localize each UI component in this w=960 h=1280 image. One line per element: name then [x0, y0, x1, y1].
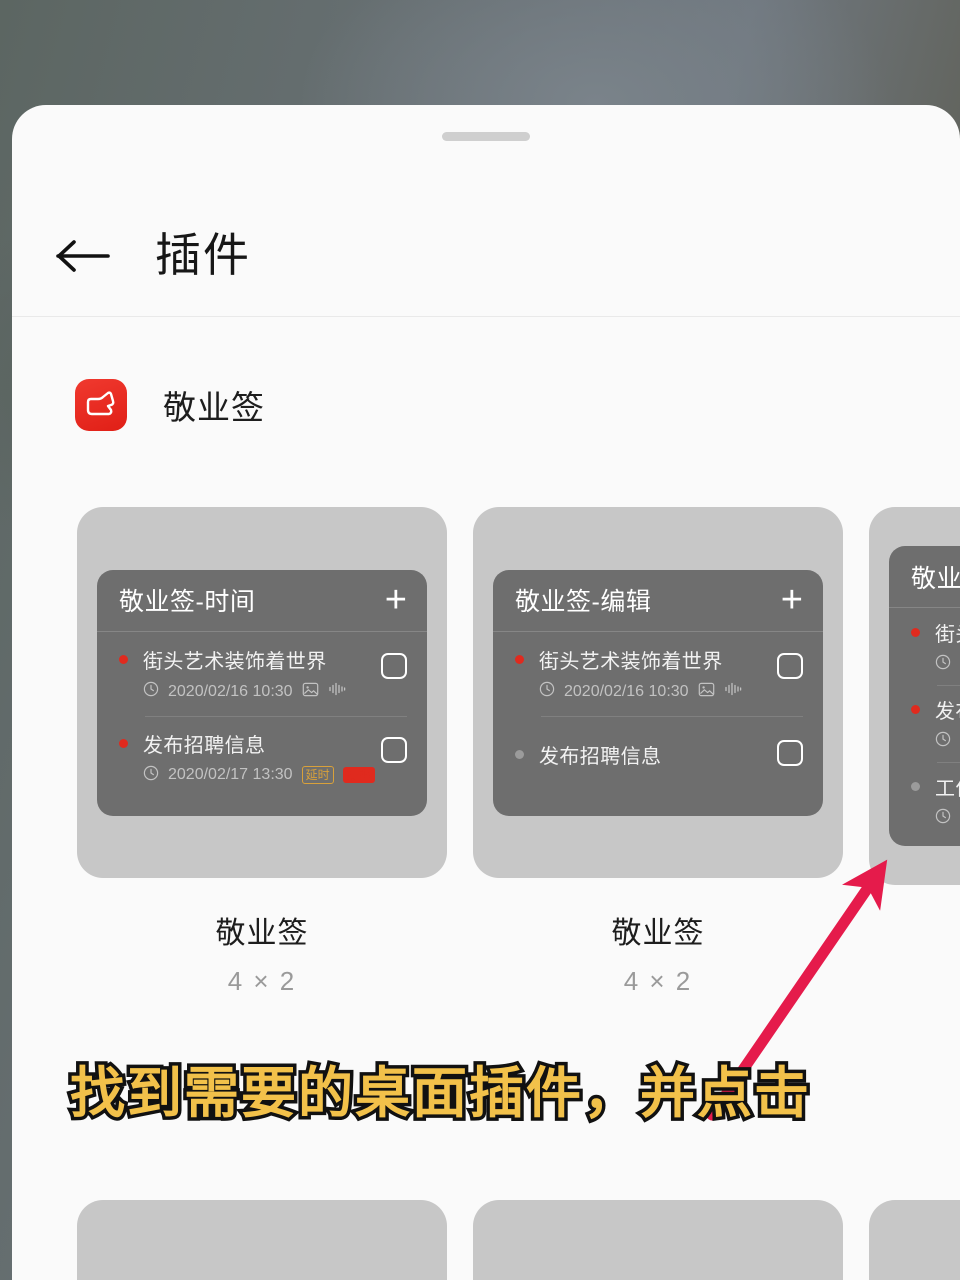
- task-checkbox[interactable]: [777, 652, 803, 679]
- widget-size: 4 × 2: [623, 966, 693, 996]
- task-title: 街头艺术装饰着世界: [143, 650, 327, 673]
- widget-preview[interactable]: 敬业签 + 街头艺: [889, 546, 960, 846]
- task-time: 2020/02/16 10:30: [168, 682, 293, 700]
- task-meta: 2020/02/17 13:30 延时 提醒: [143, 765, 375, 786]
- priority-bullet-icon: [119, 738, 128, 748]
- arrow-left-icon: [56, 238, 110, 274]
- clock-icon: [935, 654, 951, 675]
- widget-preview[interactable]: 敬业签-时间 + 街头艺术装饰着世界 2020/02/16 10:30 发布招聘…: [97, 569, 427, 816]
- plus-icon[interactable]: +: [385, 581, 407, 619]
- task-meta: 2020/02/16 10:30: [143, 681, 373, 703]
- title-bar: 插件: [12, 105, 960, 317]
- priority-bullet-icon: [911, 782, 920, 791]
- phone-screen: 插件 敬业签 敬业签-时间 + 街头艺术装饰着世界 2020/02/16 10:…: [0, 0, 960, 1280]
- task-title: 街头艺术装饰着世界: [539, 650, 723, 673]
- widget-size: 4 × 2: [227, 966, 297, 996]
- task-row: 发布招聘信息 2020/02/17 13:30 延时 提醒: [109, 715, 415, 799]
- task-checkbox[interactable]: [381, 736, 407, 763]
- widget-preview-frame[interactable]: 敬业签-编辑 + 街头艺术装饰着世界 2020/02/16 10:30 发布招聘…: [473, 507, 843, 878]
- priority-bullet-icon: [515, 749, 524, 759]
- widget-carousel[interactable]: 敬业签-时间 + 街头艺术装饰着世界 2020/02/16 10:30 发布招聘…: [12, 507, 960, 997]
- task-title: 发布招聘信息: [143, 734, 266, 757]
- audio-waveform-icon: [724, 681, 742, 702]
- priority-bullet-icon: [119, 654, 128, 664]
- delay-badge: 延时: [301, 766, 334, 784]
- clock-icon: [143, 765, 159, 786]
- task-title: 发布招: [935, 701, 960, 723]
- widget-header: 敬业签-编辑 +: [493, 570, 823, 632]
- widget-placeholder-card[interactable]: [869, 1200, 960, 1280]
- app-group-header: 敬业签: [12, 370, 265, 440]
- priority-bullet-icon: [911, 705, 920, 714]
- task-checkbox[interactable]: [381, 652, 407, 679]
- widget-placeholder-card[interactable]: [473, 1200, 843, 1280]
- widget-option[interactable]: 敬业签 + 街头艺: [869, 507, 960, 997]
- task-row: 发布招 20: [901, 685, 960, 762]
- task-title: 发布招聘信息: [539, 745, 662, 768]
- image-icon: [302, 681, 319, 703]
- widget-preview[interactable]: 敬业签-编辑 + 街头艺术装饰着世界 2020/02/16 10:30 发布招聘…: [493, 569, 823, 816]
- jingyeqian-app-icon: [75, 379, 127, 431]
- priority-bullet-icon: [515, 654, 524, 664]
- widget-name: 敬业签: [215, 917, 309, 950]
- widget-header-title: 敬业签: [911, 564, 960, 593]
- clock-icon: [935, 808, 951, 829]
- task-list: 街头艺术装饰着世界 2020/02/16 10: [97, 632, 427, 799]
- widget-header-title: 敬业签-时间: [119, 588, 256, 616]
- task-meta: 20: [935, 731, 960, 752]
- widget-option[interactable]: 敬业签-编辑 + 街头艺术装饰着世界 2020/02/16 10:30 发布招聘…: [473, 507, 843, 997]
- task-time: 2020/02/16 10:30: [564, 682, 689, 700]
- task-row: 工作文 20: [901, 762, 960, 839]
- task-title: 工作文: [935, 778, 960, 800]
- widget-option[interactable]: 敬业签-时间 + 街头艺术装饰着世界 2020/02/16 10:30 发布招聘…: [77, 507, 447, 997]
- widget-placeholder-card[interactable]: [77, 1200, 447, 1280]
- task-row: 街头艺术装饰着世界 2020/02/16 10:30: [109, 632, 415, 716]
- task-time: 2020/02/17 13:30: [168, 766, 293, 783]
- clock-icon: [143, 681, 159, 702]
- task-row: 街头艺 20: [901, 608, 960, 685]
- page-title: 插件: [155, 229, 251, 281]
- widget-carousel-next-row[interactable]: [77, 1200, 960, 1280]
- app-name: 敬业签: [163, 389, 265, 426]
- back-button[interactable]: [52, 227, 114, 285]
- task-list: 街头艺 20: [889, 608, 960, 839]
- clock-icon: [539, 681, 555, 702]
- task-meta: 20: [935, 654, 960, 675]
- clock-icon: [935, 731, 951, 752]
- widget-preview-frame[interactable]: 敬业签-时间 + 街头艺术装饰着世界 2020/02/16 10:30 发布招聘…: [77, 507, 447, 878]
- audio-waveform-icon: [328, 681, 346, 702]
- reminder-badge: 提醒: [342, 767, 375, 783]
- widget-header: 敬业签 +: [889, 546, 960, 608]
- task-row: 发布招聘信息: [505, 715, 811, 782]
- priority-bullet-icon: [911, 628, 920, 637]
- task-row: 街头艺术装饰着世界 2020/02/16 10:30: [505, 632, 811, 716]
- widget-header: 敬业签-时间 +: [97, 570, 427, 632]
- annotation-caption: 找到需要的桌面插件，并点击: [66, 1058, 812, 1129]
- image-icon: [698, 681, 715, 703]
- plus-icon[interactable]: +: [781, 581, 803, 619]
- task-meta: 20: [935, 808, 960, 829]
- widget-preview-frame[interactable]: 敬业签 + 街头艺: [869, 507, 960, 885]
- task-list: 街头艺术装饰着世界 2020/02/16 10: [493, 632, 823, 782]
- task-meta: 2020/02/16 10:30: [539, 681, 769, 703]
- widget-name: 敬业签: [611, 917, 705, 950]
- task-title: 街头艺: [935, 624, 960, 646]
- task-checkbox[interactable]: [777, 739, 803, 766]
- widget-header-title: 敬业签-编辑: [515, 588, 652, 616]
